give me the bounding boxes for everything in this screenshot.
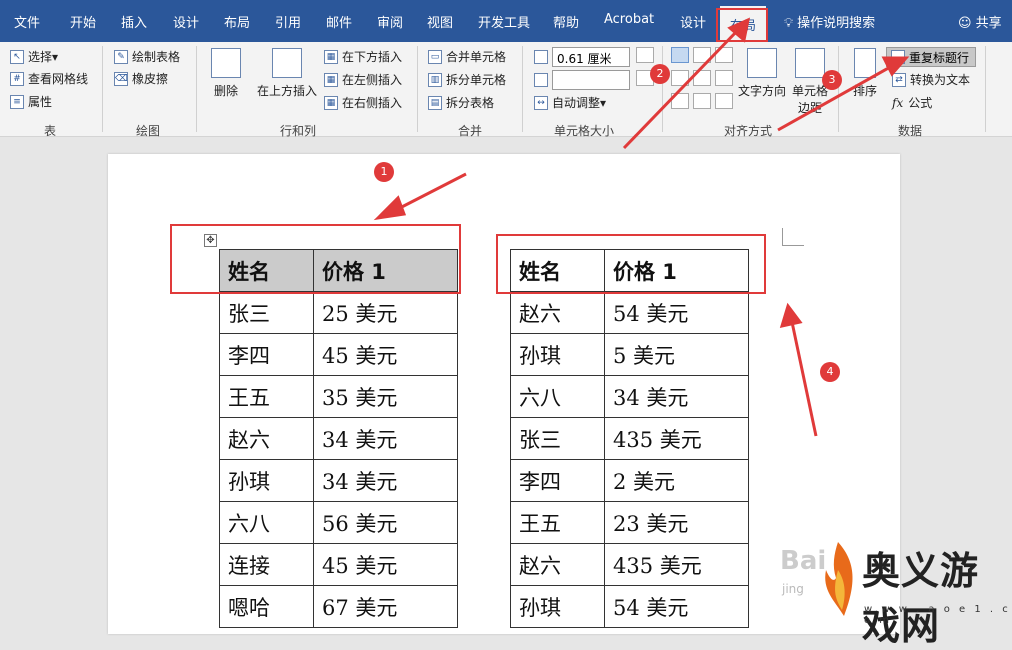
arrow-1-head <box>373 195 407 221</box>
step-badge-3: 3 <box>822 70 842 90</box>
watermark-flame-logo-icon <box>825 542 853 616</box>
arrow-4-head <box>779 302 803 329</box>
step-badge-1: 1 <box>374 162 394 182</box>
arrow-4 <box>790 321 818 437</box>
annotation-arrows <box>373 17 910 437</box>
arrow-1 <box>391 172 467 214</box>
arrow-2 <box>622 28 740 150</box>
step-badge-2: 2 <box>650 64 670 84</box>
watermark-brand-text: 奥义游戏网 <box>862 549 980 648</box>
step-badge-4: 4 <box>820 362 840 382</box>
watermark-url-text: w w w . a o e 1 . c o m <box>864 604 1011 626</box>
arrow-3-head <box>881 56 910 77</box>
watermark-jing-text: jing <box>782 582 804 596</box>
